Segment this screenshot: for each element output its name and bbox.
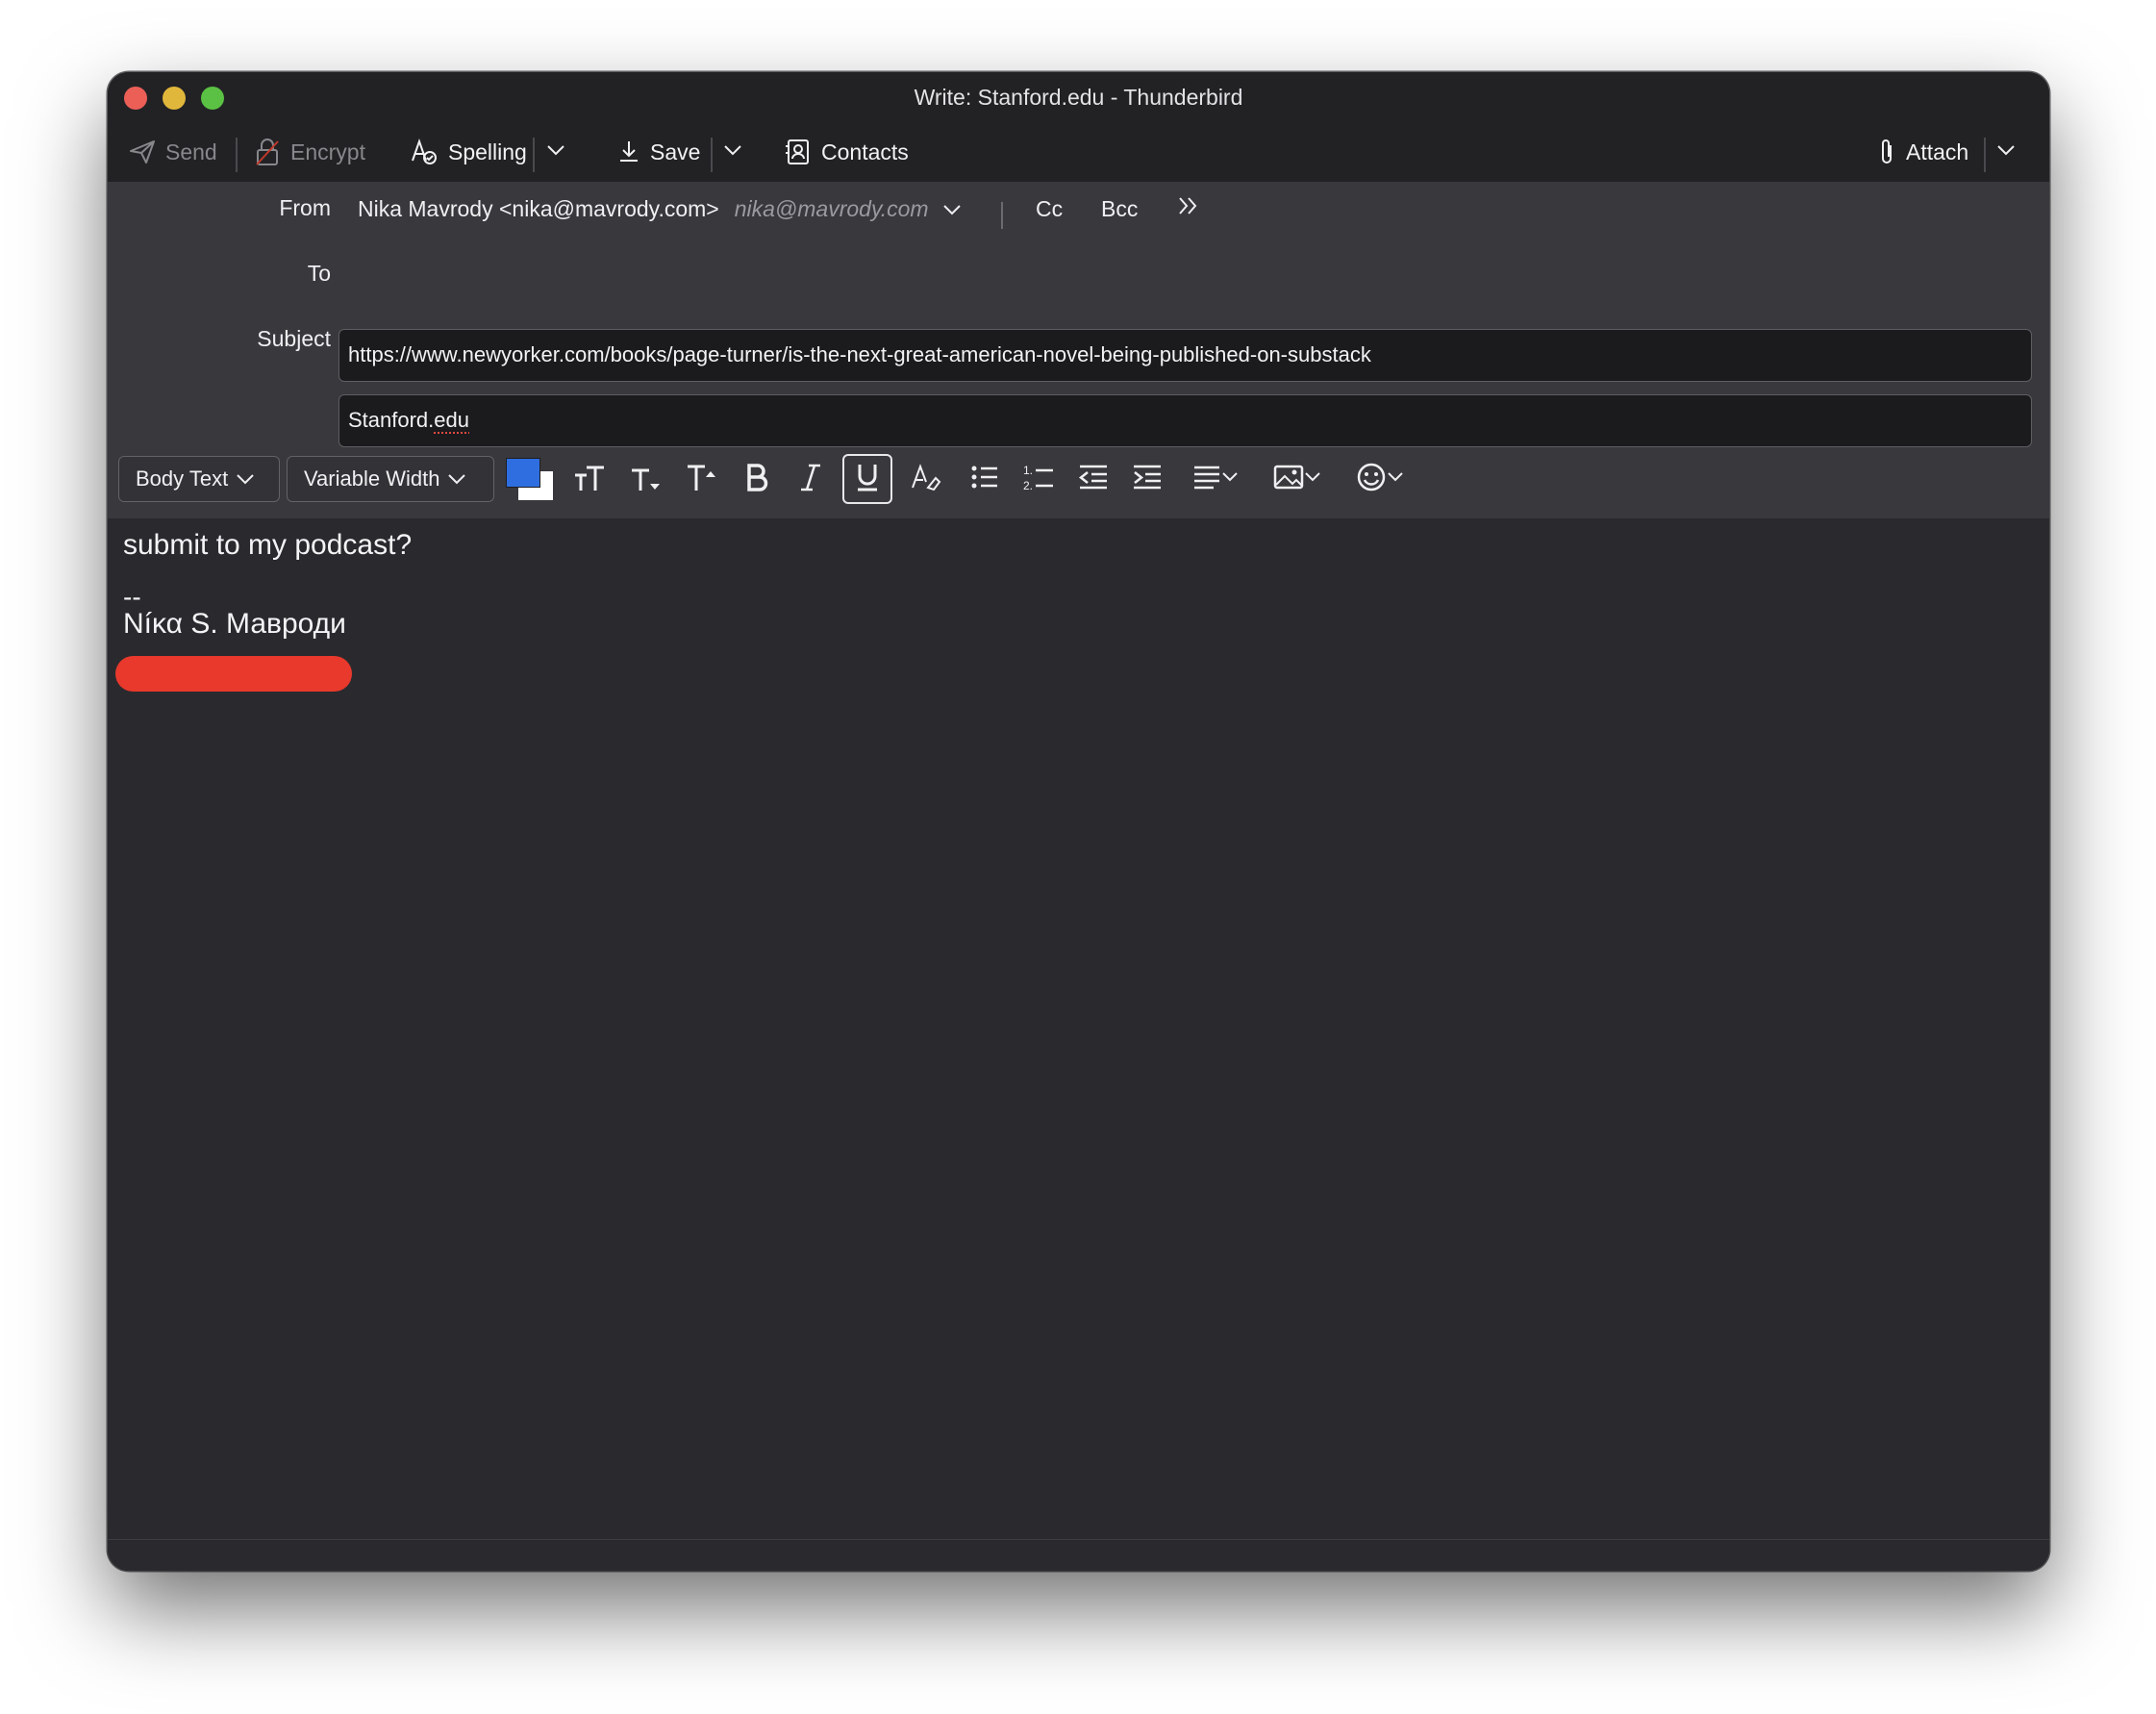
chevron-down-icon	[1304, 470, 1321, 488]
header-separator	[1001, 202, 1003, 229]
subject-misspelled-word: edu	[434, 408, 469, 432]
smiley-icon	[1356, 462, 1387, 497]
address-book-icon	[785, 139, 812, 165]
from-address: Nika Mavrody <nika@mavrody.com>	[358, 195, 719, 221]
indent-button[interactable]	[1127, 456, 1167, 502]
cc-button[interactable]: Cc	[1036, 182, 1063, 236]
toolbar-separator	[711, 138, 713, 172]
message-body-editor[interactable]: submit to my podcast? -- Níκα S. Мавроди	[108, 519, 2049, 1571]
save-dropdown-button[interactable]	[723, 130, 742, 174]
font-value: Variable Width	[304, 466, 440, 491]
subject-text: Stanford.	[348, 408, 435, 432]
align-left-icon	[1192, 464, 1221, 495]
spelling-dropdown-button[interactable]	[546, 130, 565, 174]
paragraph-style-select[interactable]: Body Text	[118, 456, 280, 502]
alignment-dropdown-button[interactable]	[1185, 456, 1246, 502]
window-title: Write: Stanford.edu - Thunderbird	[914, 85, 1243, 110]
from-label: From	[279, 195, 331, 220]
paper-plane-icon	[129, 139, 156, 164]
lock-off-icon	[254, 138, 281, 166]
subject-label: Subject	[257, 326, 331, 351]
numbered-list-button[interactable]: 1. 2.	[1018, 456, 1059, 502]
main-toolbar: Send Encrypt Spelling Save Contacts Atta…	[108, 130, 2049, 174]
chevron-down-icon	[447, 466, 466, 492]
download-icon	[617, 139, 640, 164]
chevron-down-icon	[942, 196, 962, 222]
insert-emoji-dropdown-button[interactable]	[1349, 456, 1411, 502]
format-toolbar: Body Text Variable Width 1. 2.	[108, 454, 2049, 506]
text-color-swatch[interactable]	[506, 458, 540, 488]
from-selector[interactable]: Nika Mavrody <nika@mavrody.com> nika@mav…	[358, 182, 962, 236]
toolbar-separator	[533, 138, 535, 172]
indent-icon	[1132, 464, 1163, 495]
save-button[interactable]: Save	[617, 130, 700, 174]
svg-text:1.: 1.	[1023, 464, 1033, 477]
underline-button[interactable]	[842, 454, 892, 504]
chevron-down-icon	[723, 143, 742, 162]
bulleted-list-button[interactable]	[965, 456, 1005, 502]
chevron-down-icon	[1221, 470, 1239, 488]
spellcheck-icon	[410, 138, 439, 166]
to-field[interactable]: https://www.newyorker.com/books/page-tur…	[338, 329, 2032, 382]
body-line: submit to my podcast?	[123, 529, 413, 561]
double-chevron-right-icon	[1177, 195, 1200, 222]
eraser-text-icon	[911, 463, 941, 496]
compose-window: Write: Stanford.edu - Thunderbird Send E…	[108, 72, 2049, 1571]
italic-icon	[799, 463, 822, 496]
paperclip-icon	[1877, 138, 1896, 166]
status-bar	[108, 1539, 2049, 1571]
decrease-font-size-button[interactable]	[625, 456, 665, 502]
attach-label: Attach	[1906, 139, 1969, 164]
save-label: Save	[650, 139, 701, 164]
spelling-label: Spelling	[448, 139, 527, 164]
text-color-picker[interactable]	[506, 458, 556, 502]
contacts-button[interactable]: Contacts	[785, 130, 909, 174]
bold-icon	[744, 463, 769, 496]
encrypt-label: Encrypt	[290, 139, 365, 164]
text-smaller-icon	[629, 462, 662, 497]
text-larger-icon	[685, 462, 717, 497]
number-list-icon: 1. 2.	[1023, 463, 1054, 496]
redaction-mark	[115, 656, 352, 692]
contacts-label: Contacts	[821, 139, 909, 164]
bcc-button[interactable]: Bcc	[1101, 182, 1138, 236]
font-select[interactable]: Variable Width	[287, 456, 494, 502]
toolbar-separator	[1984, 138, 1986, 172]
more-headers-button[interactable]	[1177, 182, 1200, 236]
image-icon	[1273, 464, 1304, 495]
from-identity: nika@mavrody.com	[734, 195, 929, 221]
encrypt-button[interactable]: Encrypt	[254, 130, 365, 174]
chevron-down-icon	[236, 466, 255, 492]
svg-text:2.: 2.	[1023, 479, 1033, 492]
signature-name: Níκα S. Мавроди	[123, 608, 346, 640]
attach-dropdown-button[interactable]	[1996, 130, 2016, 174]
remove-formatting-button[interactable]	[906, 456, 946, 502]
spelling-button[interactable]: Spelling	[410, 130, 527, 174]
font-size-icon	[573, 462, 606, 497]
paragraph-style-value: Body Text	[136, 466, 229, 491]
subject-field[interactable]: Stanford.edu	[338, 394, 2032, 447]
send-label: Send	[165, 139, 217, 164]
attach-button[interactable]: Attach	[1877, 130, 1968, 174]
outdent-button[interactable]	[1073, 456, 1114, 502]
bullet-list-icon	[970, 464, 999, 495]
outdent-icon	[1078, 464, 1109, 495]
italic-button[interactable]	[790, 456, 831, 502]
chevron-down-icon	[546, 143, 565, 162]
chevron-down-icon	[1387, 470, 1404, 488]
to-label: To	[307, 261, 331, 286]
font-size-button[interactable]	[569, 456, 610, 502]
toolbar-separator	[236, 138, 238, 172]
insert-image-dropdown-button[interactable]	[1266, 456, 1328, 502]
send-button[interactable]: Send	[129, 130, 217, 174]
chevron-down-icon	[1996, 143, 2016, 162]
title-toolbar-area: Write: Stanford.edu - Thunderbird Send E…	[108, 72, 2049, 182]
underline-icon	[854, 462, 881, 497]
bold-button[interactable]	[737, 456, 777, 502]
increase-font-size-button[interactable]	[681, 456, 721, 502]
